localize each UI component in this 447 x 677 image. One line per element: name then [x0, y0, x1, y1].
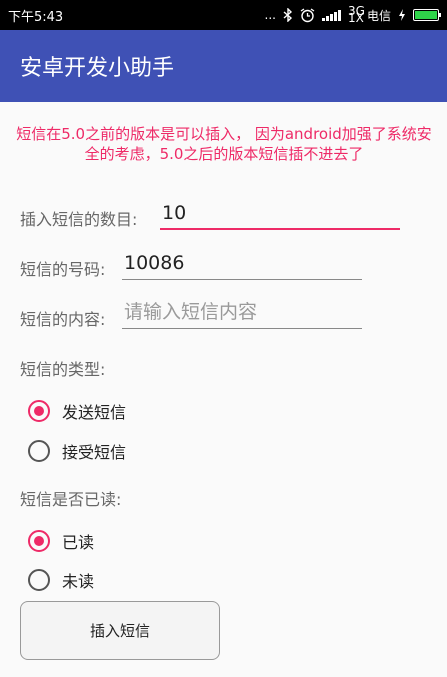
warning-notice: 短信在5.0之前的版本是可以插入， 因为android加强了系统安全的考虑，5.… [16, 125, 432, 163]
status-time: 下午5:43 [8, 9, 64, 25]
read-label: 短信是否已读: [20, 490, 122, 509]
radio-read-label: 已读 [62, 533, 95, 552]
radio-send-label: 发送短信 [62, 403, 127, 422]
radio-checked-icon[interactable] [28, 400, 50, 422]
network-type: 3G 1X [347, 4, 365, 25]
radio-send[interactable]: 发送短信 [28, 399, 126, 423]
radio-receive[interactable]: 接受短信 [28, 439, 126, 463]
radio-unchecked-icon[interactable] [28, 569, 50, 591]
insert-sms-button[interactable]: 插入短信 [20, 601, 220, 660]
signal-icon [321, 9, 341, 21]
radio-unchecked-icon[interactable] [28, 440, 50, 462]
bluetooth-icon [283, 8, 293, 22]
count-label: 插入短信的数目: [20, 210, 138, 229]
carrier-name: 电信 [366, 8, 391, 23]
radio-read[interactable]: 已读 [28, 529, 94, 553]
app-title: 安卓开发小助手 [20, 56, 175, 81]
radio-unread[interactable]: 未读 [28, 568, 94, 592]
count-input[interactable]: 10 [160, 200, 400, 230]
radio-unread-label: 未读 [62, 572, 95, 591]
content-label: 短信的内容: [20, 310, 106, 329]
status-dots: ... [264, 8, 276, 22]
content-input[interactable]: 请输入短信内容 [122, 299, 362, 329]
number-label: 短信的号码: [20, 260, 106, 279]
status-bar: 下午5:43 ... 3G 1X 电信 [0, 0, 447, 30]
radio-checked-icon[interactable] [28, 530, 50, 552]
radio-receive-label: 接受短信 [62, 443, 127, 462]
type-label: 短信的类型: [20, 360, 106, 379]
charging-icon [399, 9, 405, 21]
number-input[interactable]: 10086 [122, 250, 362, 280]
alarm-icon [300, 7, 315, 22]
battery-icon [413, 9, 441, 21]
app-bar: 安卓开发小助手 [0, 30, 447, 102]
